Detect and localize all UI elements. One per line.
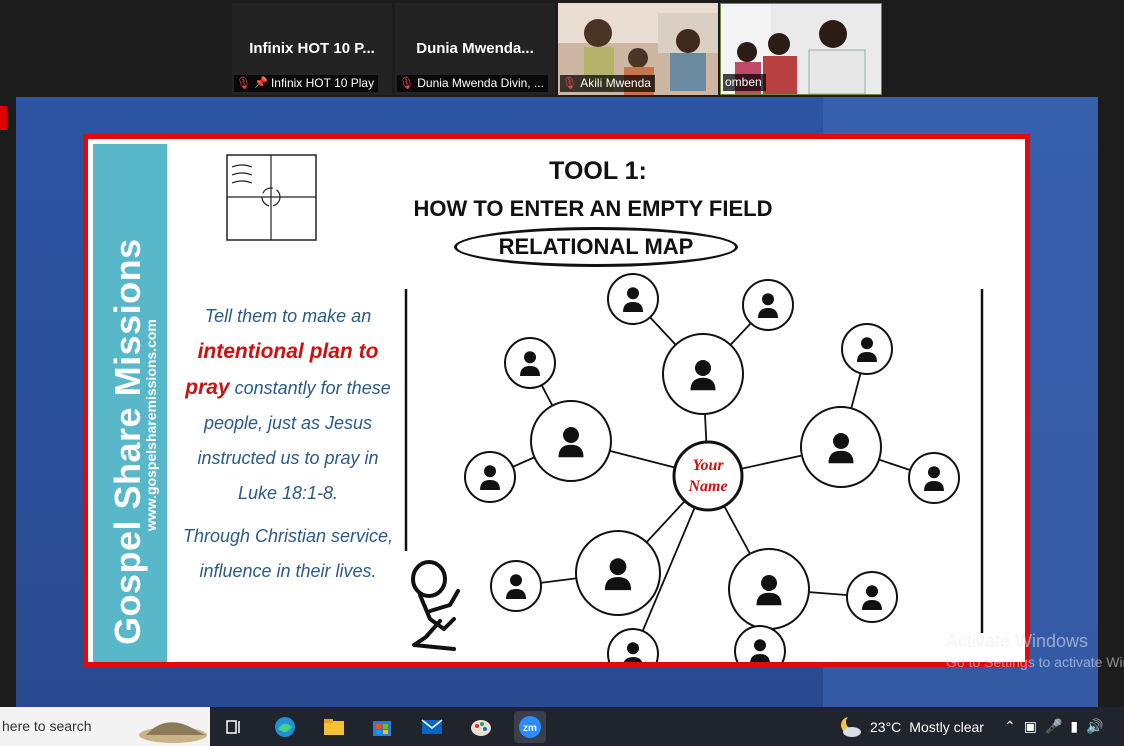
praying-figure-icon [411, 560, 460, 651]
presentation-slide: Gospel Share Missions www.gospelsharemis… [83, 134, 1030, 667]
search-placeholder: here to search [2, 718, 92, 734]
relational-map-label: RELATIONAL MAP [454, 227, 738, 267]
participant-tile-omben[interactable]: omben [720, 3, 882, 95]
mic-muted-icon: 🎙 [236, 76, 252, 90]
slide-body-text: Tell them to make an intentional plan to… [178, 299, 398, 589]
microphone-icon[interactable]: 🎤 [1045, 718, 1062, 735]
person-icon [490, 560, 542, 612]
participant-display-name: Infinix HOT 10 P... [249, 40, 375, 57]
volume-icon[interactable]: 🔊 [1086, 718, 1103, 735]
person-icon [464, 451, 516, 503]
zoom-app-icon[interactable]: zm [514, 711, 546, 743]
participant-caption-text: Infinix HOT 10 Play [270, 76, 375, 90]
person-icon [742, 279, 794, 331]
person-icon [908, 452, 960, 504]
participant-caption-text: Dunia Mwenda Divin, ... [417, 76, 544, 90]
participant-tile-infinix[interactable]: Infinix HOT 10 P... 🎙 📌 Infinix HOT 10 P… [232, 3, 392, 95]
person-hub-icon [800, 406, 882, 488]
center-label-line2: Name [687, 478, 727, 495]
person-icon [841, 323, 893, 375]
search-highlight-image [139, 722, 207, 743]
paint-icon[interactable] [467, 713, 495, 741]
mail-icon[interactable] [418, 713, 446, 741]
activate-windows-watermark: Activate Windows Go to Settings to activ… [946, 631, 1124, 670]
participant-tile-akili[interactable]: 🎙 Akili Mwenda [558, 3, 718, 95]
weather-temperature: 23°C [870, 718, 902, 735]
person-icon [846, 571, 898, 623]
center-label-line1: Your [692, 457, 724, 474]
slide-subtitle: HOW TO ENTER AN EMPTY FIELD [413, 196, 773, 221]
participant-caption: omben [723, 74, 766, 91]
share-indicator [0, 106, 7, 130]
zoom-window: Infinix HOT 10 P... 🎙 📌 Infinix HOT 10 P… [0, 0, 1124, 746]
store-icon[interactable] [368, 713, 396, 741]
person-hub-icon [728, 548, 810, 630]
battery-icon[interactable]: ▮ [1070, 718, 1078, 735]
file-explorer-icon[interactable] [320, 713, 348, 741]
participant-caption: 🎙 📌 Infinix HOT 10 Play [234, 75, 379, 92]
participant-tile-dunia[interactable]: Dunia Mwenda... 🎙 Dunia Mwenda Divin, ..… [395, 3, 555, 95]
participant-caption-text: omben [725, 75, 762, 89]
person-hub-icon [662, 333, 744, 415]
weather-description: Mostly clear [909, 718, 984, 735]
highlight-text: pray [185, 376, 230, 399]
chevron-up-icon[interactable]: ⌃ [1004, 718, 1016, 735]
task-view-icon[interactable] [220, 713, 248, 741]
system-tray: ⌃ ▣ 🎤 ▮ 🔊 [1004, 707, 1104, 746]
person-hub-icon [530, 400, 612, 482]
person-hub-icon [575, 530, 661, 616]
moon-cloud-icon [841, 714, 861, 737]
taskbar-search-box[interactable]: here to search [0, 707, 210, 746]
window-left-edge [0, 97, 16, 707]
participant-display-name: Dunia Mwenda... [416, 40, 534, 57]
mic-muted-icon: 🎙 [399, 76, 415, 90]
slide-title: TOOL 1: [549, 157, 647, 185]
person-icon [607, 273, 659, 325]
window-right-edge [1098, 97, 1124, 707]
center-node-your-name: Your Name [672, 440, 744, 512]
highlight-text: intentional plan to [197, 340, 379, 363]
watermark-line1: Activate Windows [946, 631, 1089, 651]
meet-now-icon[interactable]: ▣ [1024, 718, 1037, 735]
participant-caption-text: Akili Mwenda [580, 76, 651, 90]
participant-caption: 🎙 Dunia Mwenda Divin, ... [397, 75, 548, 92]
windows-taskbar: here to search zm 23°C Mostly clear ⌃ ▣ … [0, 707, 1124, 746]
person-icon [734, 625, 786, 662]
person-icon [504, 337, 556, 389]
watermark-line2: Go to Settings to activate Windows. [946, 654, 1124, 670]
text-segment: Tell them to make an [204, 306, 372, 326]
weather-widget[interactable]: 23°C Mostly clear [838, 707, 984, 746]
service-paragraph: Through Christian service, influence in … [182, 526, 394, 581]
mic-muted-icon: 🎙 [562, 76, 578, 90]
participant-strip: Infinix HOT 10 P... 🎙 📌 Infinix HOT 10 P… [0, 0, 1124, 97]
participant-caption: 🎙 Akili Mwenda [560, 75, 655, 92]
person-hub-icon [607, 628, 659, 662]
svg-text:zm: zm [523, 723, 537, 734]
instruction-paragraph: Tell them to make an intentional plan to… [178, 299, 398, 511]
pin-icon: 📌 [254, 77, 268, 89]
edge-browser-icon[interactable] [271, 713, 299, 741]
four-square-logo [226, 154, 317, 241]
